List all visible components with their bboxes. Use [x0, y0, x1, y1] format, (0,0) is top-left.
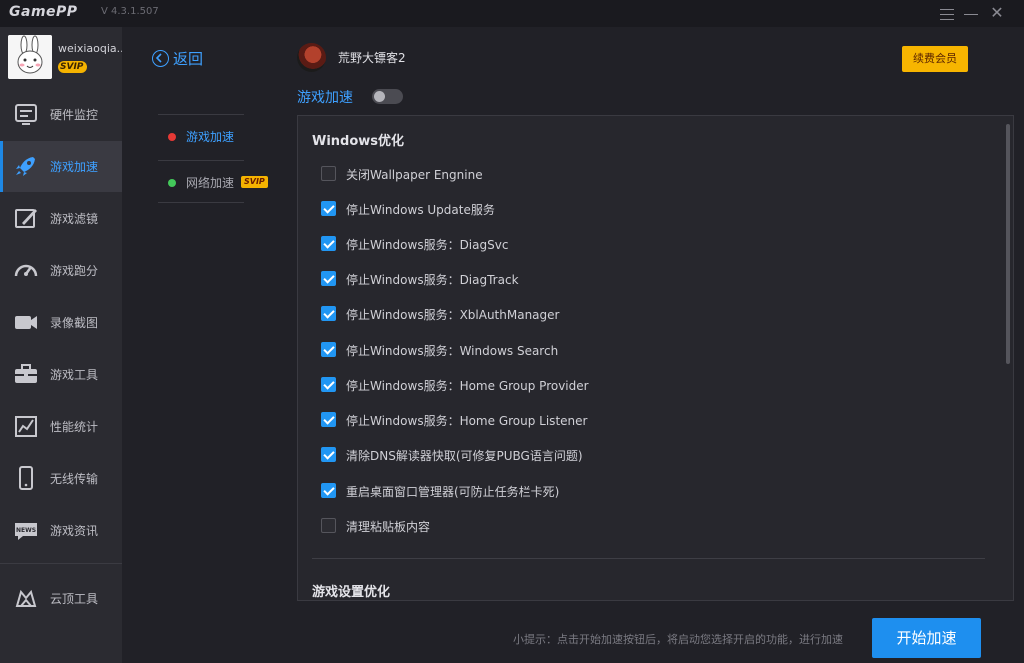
close-icon[interactable]: ✕ [986, 3, 1008, 23]
options-panel: Windows优化 关闭Wallpaper Engnine 停止Windows … [297, 115, 1014, 601]
sidebar-item-recording[interactable]: 录像截图 [0, 297, 122, 348]
sidebar-item-game-tools[interactable]: 游戏工具 [0, 349, 122, 400]
checkbox[interactable] [321, 236, 336, 251]
back-label: 返回 [173, 50, 204, 68]
option-label: 停止Windows服务：DiagTrack [346, 273, 519, 287]
game-icon [297, 43, 326, 72]
option-label: 重启桌面窗口管理器(可防止任务栏卡死) [346, 485, 560, 499]
checkbox[interactable] [321, 271, 336, 286]
checkbox[interactable] [321, 447, 336, 462]
checkbox[interactable] [321, 306, 336, 321]
sidebar-item-label: 游戏滤镜 [50, 212, 99, 226]
sidebar-item-label: 游戏跑分 [50, 264, 99, 278]
option-label: 停止Windows服务：Home Group Provider [346, 379, 589, 393]
sidebar-item-label: 游戏资讯 [50, 524, 99, 538]
status-dot [168, 133, 176, 141]
option-label: 停止Windows服务：Windows Search [346, 344, 559, 358]
checkbox[interactable] [321, 483, 336, 498]
sidebar-item-label: 性能统计 [50, 420, 99, 434]
menu-icon[interactable] [936, 5, 958, 23]
section-title-windows: Windows优化 [312, 134, 405, 149]
sidebar-item-game-filter[interactable]: 游戏滤镜 [0, 193, 122, 244]
sidebar-item-label: 无线传输 [50, 472, 99, 486]
sidebar-item-performance[interactable]: 性能统计 [0, 401, 122, 452]
option-label: 停止Windows服务：Home Group Listener [346, 414, 588, 428]
checkbox[interactable] [321, 518, 336, 533]
cloud-tool-icon [15, 589, 37, 607]
chart-icon [15, 416, 37, 437]
sidebar-item-label: 游戏加速 [50, 160, 99, 174]
video-camera-icon [15, 316, 37, 329]
minimize-icon[interactable] [960, 5, 982, 23]
subnav-divider [158, 160, 244, 161]
game-name: 荒野大镖客2 [338, 51, 406, 65]
title-bar: GamePP V 4.3.1.507 ✕ [0, 0, 1024, 27]
accel-toggle[interactable] [372, 89, 403, 104]
sidebar-item-game-accel[interactable]: 游戏加速 [0, 141, 122, 192]
subnav-divider [158, 114, 244, 115]
checkbox[interactable] [321, 166, 336, 181]
sidebar-item-cloud-tools[interactable]: 云顶工具 [0, 573, 122, 624]
accel-title: 游戏加速 [297, 90, 353, 106]
checkbox[interactable] [321, 377, 336, 392]
sidebar-item-hardware-monitor[interactable]: 硬件监控 [0, 89, 122, 140]
avatar[interactable] [8, 35, 52, 79]
sidebar-item-benchmark[interactable]: 游戏跑分 [0, 245, 122, 296]
speedometer-icon [14, 264, 38, 277]
svip-badge-label: SVIP [60, 62, 84, 72]
renew-membership-button[interactable]: 续费会员 [902, 46, 968, 72]
option-label: 停止Windows Update服务 [346, 203, 495, 217]
checkbox[interactable] [321, 342, 336, 357]
option-label: 停止Windows服务：DiagSvc [346, 238, 509, 252]
section-divider [312, 558, 985, 559]
scrollbar-thumb[interactable] [1006, 124, 1010, 364]
filter-brush-icon [15, 209, 37, 228]
option-label: 清除DNS解读器快取(可修复PUBG语言问题) [346, 449, 583, 463]
scrollbar[interactable] [1002, 116, 1012, 600]
svip-tag: SVIP [241, 176, 268, 188]
app-version: V 4.3.1.507 [101, 6, 159, 17]
username: weixiaoqia... [58, 42, 122, 55]
svip-badge: SVIP [58, 61, 88, 73]
sidebar-item-wireless[interactable]: 无线传输 [0, 453, 122, 504]
hardware-monitor-icon [15, 104, 37, 125]
chevron-left-icon [152, 50, 169, 67]
option-label: 关闭Wallpaper Engnine [346, 168, 483, 182]
svg-text:NEWS: NEWS [16, 527, 36, 534]
checkbox[interactable] [321, 412, 336, 427]
sidebar-item-news[interactable]: NEWS 游戏资讯 [0, 505, 122, 556]
user-profile[interactable]: weixiaoqia... SVIP [0, 27, 122, 89]
sidebar-item-label: 硬件监控 [50, 108, 99, 122]
sidebar-item-label: 云顶工具 [50, 592, 99, 606]
news-icon: NEWS [15, 523, 37, 540]
option-label: 清理粘贴板内容 [346, 520, 431, 534]
toolbox-icon [15, 364, 37, 383]
subnav-label: 游戏加速 [186, 130, 235, 144]
option-label: 停止Windows服务：XblAuthManager [346, 308, 560, 322]
checkbox[interactable] [321, 201, 336, 216]
status-dot [168, 179, 176, 187]
sidebar-divider [0, 563, 122, 564]
toggle-knob [374, 91, 385, 102]
hint-text: 小提示：点击开始加速按钮后，将启动您选择开启的功能，进行加速 [513, 633, 843, 646]
phone-icon [19, 466, 33, 490]
subnav-label: 网络加速 [186, 176, 235, 190]
sidebar-item-label: 录像截图 [50, 316, 99, 330]
rocket-icon [16, 157, 35, 176]
subnav-divider [158, 202, 244, 203]
section-title-game-settings: 游戏设置优化 [312, 585, 391, 600]
sidebar-item-label: 游戏工具 [50, 368, 99, 382]
sidebar: weixiaoqia... SVIP 硬件监控 游戏加速 游戏滤镜 游戏跑分 录… [0, 27, 122, 663]
app-logo: GamePP [9, 4, 78, 20]
start-accel-button[interactable]: 开始加速 [872, 618, 981, 658]
